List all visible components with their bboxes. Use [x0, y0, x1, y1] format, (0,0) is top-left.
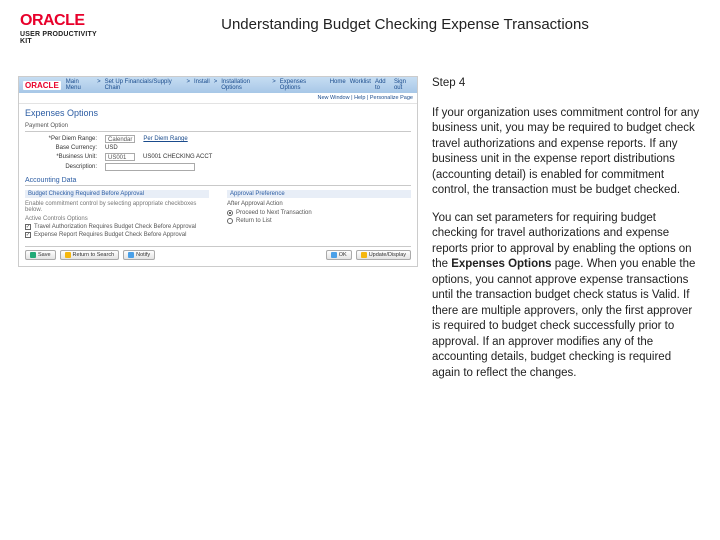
ok-button[interactable]: OK — [326, 250, 352, 260]
radio-icon — [227, 218, 233, 224]
addto-link[interactable]: Add to — [375, 79, 390, 91]
checkbox-icon — [25, 224, 31, 230]
radio-label: Return to List — [236, 218, 272, 224]
return-button[interactable]: Return to Search — [60, 250, 120, 260]
instruction-para-2: You can set parameters for requiring bud… — [432, 211, 702, 382]
description-input[interactable] — [105, 163, 195, 171]
topbar-right: Home Worklist Add to Sign out — [330, 79, 413, 91]
screenshot-panel: ORACLE Main Menu> Set Up Financials/Supp… — [18, 76, 418, 393]
payment-section-label: Payment Option — [25, 122, 411, 132]
notify-button[interactable]: Notify — [123, 250, 155, 260]
oracle-logo: ORACLE — [20, 12, 110, 30]
instruction-panel: Step 4 If your organization uses commitm… — [432, 76, 702, 393]
ok-icon — [331, 252, 337, 258]
nav-link[interactable]: Main Menu — [66, 79, 93, 91]
notify-icon — [128, 252, 134, 258]
save-icon — [30, 252, 36, 258]
chk-label: Travel Authorization Requires Budget Che… — [34, 224, 196, 230]
btn-label: Save — [38, 252, 51, 258]
breadcrumb-nav: Main Menu> Set Up Financials/Supply Chai… — [66, 79, 325, 91]
chk-travel-auth[interactable]: Travel Authorization Requires Budget Che… — [25, 224, 209, 230]
nav-link[interactable]: Set Up Financials/Supply Chain — [105, 79, 183, 91]
budget-subheader: Budget Checking Required Before Approval — [25, 190, 209, 198]
business-unit-label: *Business Unit: — [25, 154, 97, 160]
app-topbar: ORACLE Main Menu> Set Up Financials/Supp… — [19, 77, 417, 93]
base-currency-value: USD — [105, 145, 118, 151]
signout-link[interactable]: Sign out — [394, 79, 413, 91]
return-icon — [65, 252, 71, 258]
description-label: Description: — [25, 164, 97, 170]
save-button[interactable]: Save — [25, 250, 56, 260]
base-currency-label: Base Currency: — [25, 145, 97, 151]
upk-subtitle: USER PRODUCTIVITY KIT — [20, 31, 110, 45]
worklist-link[interactable]: Worklist — [350, 79, 371, 91]
home-link[interactable]: Home — [330, 79, 346, 91]
per-diem-select[interactable]: Calendar — [105, 135, 135, 143]
chk-label: Expense Report Requires Budget Check Bef… — [34, 232, 186, 238]
radio-label: Proceed to Next Transaction — [236, 210, 312, 216]
text-bold: Expenses Options — [451, 258, 551, 270]
text-run: page. When you enable the options, you c… — [432, 258, 695, 379]
approval-subheader: Approval Preference — [227, 190, 411, 198]
btn-label: OK — [339, 252, 347, 258]
business-unit-name: US001 CHECKING ACCT — [143, 154, 212, 160]
btn-label: Notify — [136, 252, 150, 258]
nav-link[interactable]: Install — [194, 79, 210, 91]
update-button[interactable]: Update/Display — [356, 250, 411, 260]
after-approval-label: After Approval Action — [227, 201, 411, 207]
nav-link[interactable]: Expenses Options — [280, 79, 325, 91]
radio-return[interactable]: Return to List — [227, 218, 411, 224]
radio-icon — [227, 210, 233, 216]
step-label: Step 4 — [432, 76, 702, 92]
instruction-para-1: If your organization uses commitment con… — [432, 106, 702, 199]
btn-label: Update/Display — [369, 252, 406, 258]
accounting-section: Accounting Data — [25, 177, 411, 186]
form-title: Expenses Options — [25, 108, 411, 118]
nav-link[interactable]: Installation Options — [221, 79, 268, 91]
radio-proceed[interactable]: Proceed to Next Transaction — [227, 210, 411, 216]
app-screenshot: ORACLE Main Menu> Set Up Financials/Supp… — [18, 76, 418, 267]
btn-label: Return to Search — [73, 252, 115, 258]
per-diem-label: *Per Diem Range: — [25, 136, 97, 142]
brand-block: ORACLE USER PRODUCTIVITY KIT — [20, 12, 110, 45]
chk-expense-report[interactable]: Expense Report Requires Budget Check Bef… — [25, 232, 209, 238]
business-unit-input[interactable]: US001 — [105, 153, 135, 161]
note-text-2: Active Controls Options — [25, 216, 209, 222]
checkbox-icon — [25, 232, 31, 238]
update-icon — [361, 252, 367, 258]
window-helpers[interactable]: New Window | Help | Personalize Page — [19, 93, 417, 104]
app-logo: ORACLE — [23, 81, 61, 90]
note-text: Enable commitment control by selecting a… — [25, 201, 209, 213]
page-title: Understanding Budget Checking Expense Tr… — [110, 12, 700, 33]
per-diem-link[interactable]: Per Diem Range — [143, 136, 187, 142]
